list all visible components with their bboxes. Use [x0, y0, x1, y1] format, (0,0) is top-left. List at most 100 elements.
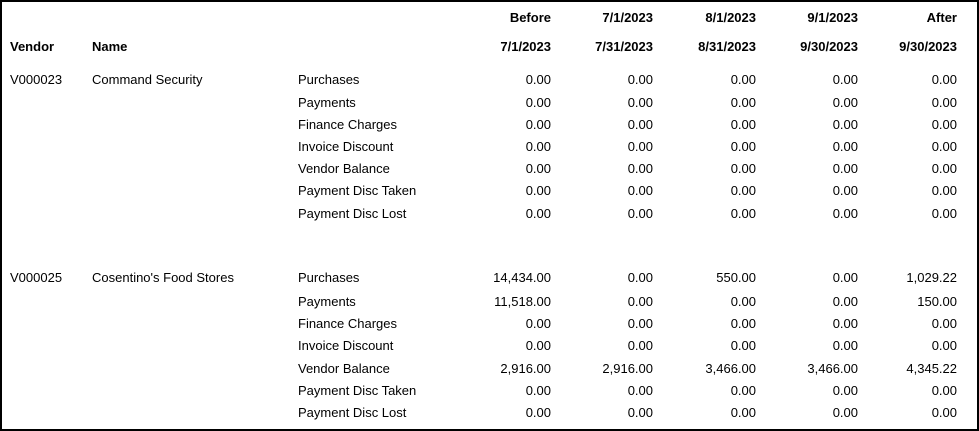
column-header-top: After [926, 10, 957, 25]
row-label: Vendor Balance [298, 361, 390, 376]
cell-value: 3,466.00 [807, 361, 858, 376]
cell-value: 0.00 [730, 95, 756, 110]
cell-value: 11,518.00 [494, 294, 551, 309]
cell-value: 0.00 [730, 206, 756, 221]
cell-value: 4,345.22 [906, 361, 957, 376]
cell-value: 0.00 [730, 161, 756, 176]
column-header-top: Before [509, 10, 551, 25]
cell-value: 0.00 [627, 338, 653, 353]
cell-value: 0.00 [627, 405, 653, 420]
cell-value: 0.00 [525, 95, 551, 110]
cell-value: 2,916.00 [500, 361, 551, 376]
cell-value: 0.00 [627, 95, 653, 110]
row-label: Payment Disc Lost [298, 206, 407, 221]
cell-value: 0.00 [525, 139, 551, 154]
cell-value: 0.00 [832, 294, 858, 309]
cell-value: 0.00 [525, 72, 551, 87]
cell-value: 0.00 [730, 72, 756, 87]
cell-value: 0.00 [525, 338, 551, 353]
cell-value: 0.00 [525, 183, 551, 198]
cell-value: 0.00 [832, 383, 858, 398]
row-label: Finance Charges [298, 316, 397, 331]
cell-value: 0.00 [931, 72, 957, 87]
cell-value: 0.00 [627, 183, 653, 198]
cell-value: 0.00 [730, 383, 756, 398]
row-label: Vendor Balance [298, 161, 390, 176]
row-label: Payments [298, 294, 356, 309]
cell-value: 0.00 [931, 383, 957, 398]
row-label: Payment Disc Taken [298, 183, 417, 198]
cell-value: 0.00 [730, 405, 756, 420]
cell-value: 3,466.00 [705, 361, 756, 376]
cell-value: 0.00 [525, 206, 551, 221]
row-label: Invoice Discount [298, 338, 394, 353]
cell-value: 0.00 [730, 338, 756, 353]
row-label: Invoice Discount [298, 139, 394, 154]
name-column-header: Name [92, 39, 128, 54]
cell-value: 0.00 [627, 316, 653, 331]
cell-value: 0.00 [931, 139, 957, 154]
cell-value: 0.00 [832, 139, 858, 154]
cell-value: 0.00 [730, 294, 756, 309]
cell-value: 14,434.00 [493, 270, 551, 285]
vendor-name: Cosentino's Food Stores [92, 270, 234, 285]
row-label: Purchases [298, 72, 360, 87]
cell-value: 0.00 [525, 316, 551, 331]
cell-value: 0.00 [525, 405, 551, 420]
cell-value: 2,916.00 [602, 361, 653, 376]
cell-value: 0.00 [525, 383, 551, 398]
cell-value: 0.00 [931, 405, 957, 420]
cell-value: 0.00 [730, 139, 756, 154]
cell-value: 0.00 [931, 161, 957, 176]
row-label: Payment Disc Lost [298, 405, 407, 420]
vendor-id: V000023 [10, 72, 63, 87]
row-label: Purchases [298, 270, 360, 285]
cell-value: 1,029.22 [906, 270, 957, 285]
column-header-top: 9/1/2023 [807, 10, 858, 25]
vendor-id: V000025 [10, 270, 63, 285]
cell-value: 0.00 [730, 316, 756, 331]
report-frame: Before 7/1/2023 8/1/2023 9/1/2023 After … [0, 0, 979, 431]
row-label: Payment Disc Taken [298, 383, 417, 398]
cell-value: 0.00 [627, 270, 653, 285]
cell-value: 0.00 [832, 72, 858, 87]
column-header-bottom: 9/30/2023 [899, 39, 957, 54]
column-header-top: 7/1/2023 [602, 10, 653, 25]
cell-value: 0.00 [931, 117, 957, 132]
cell-value: 0.00 [627, 161, 653, 176]
cell-value: 0.00 [832, 161, 858, 176]
cell-value: 0.00 [931, 338, 957, 353]
cell-value: 0.00 [832, 183, 858, 198]
cell-value: 150.00 [917, 294, 957, 309]
vendor-name: Command Security [92, 72, 203, 87]
cell-value: 0.00 [832, 316, 858, 331]
cell-value: 0.00 [931, 183, 957, 198]
cell-value: 0.00 [627, 383, 653, 398]
cell-value: 0.00 [525, 161, 551, 176]
cell-value: 0.00 [832, 338, 858, 353]
vendor-column-header: Vendor [10, 39, 55, 54]
cell-value: 0.00 [730, 117, 756, 132]
cell-value: 0.00 [627, 72, 653, 87]
row-label: Payments [298, 95, 356, 110]
column-header-bottom: 7/31/2023 [595, 39, 653, 54]
cell-value: 0.00 [931, 206, 957, 221]
cell-value: 0.00 [627, 294, 653, 309]
cell-value: 0.00 [931, 95, 957, 110]
column-header-bottom: 7/1/2023 [500, 39, 551, 54]
cell-value: 0.00 [627, 139, 653, 154]
cell-value: 0.00 [832, 206, 858, 221]
cell-value: 0.00 [627, 206, 653, 221]
cell-value: 0.00 [627, 117, 653, 132]
column-header-top: 8/1/2023 [705, 10, 756, 25]
cell-value: 0.00 [832, 405, 858, 420]
cell-value: 0.00 [832, 117, 858, 132]
column-header-bottom: 8/31/2023 [698, 39, 756, 54]
column-header-bottom: 9/30/2023 [800, 39, 858, 54]
row-label: Finance Charges [298, 117, 397, 132]
cell-value: 0.00 [525, 117, 551, 132]
cell-value: 0.00 [931, 316, 957, 331]
cell-value: 0.00 [730, 183, 756, 198]
cell-value: 0.00 [832, 270, 858, 285]
cell-value: 550.00 [716, 270, 756, 285]
